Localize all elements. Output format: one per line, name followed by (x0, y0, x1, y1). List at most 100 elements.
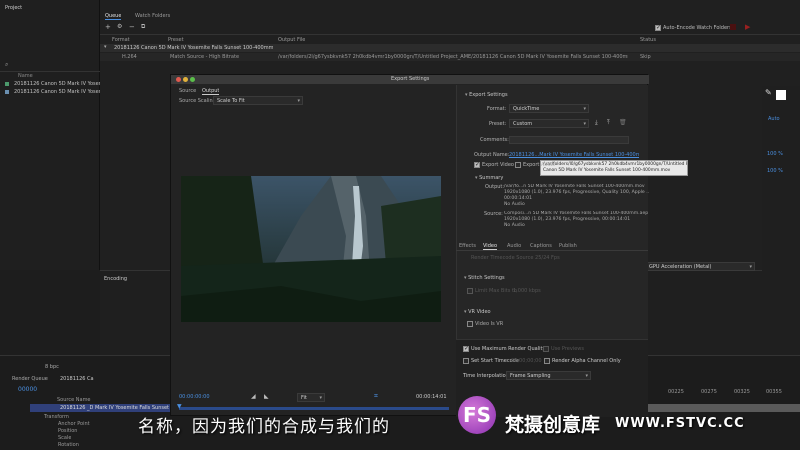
start-timecode-value[interactable]: 00;00;00;00 (511, 358, 542, 364)
summary-output-label: Output: (485, 184, 505, 190)
alpha-only-checkbox[interactable] (544, 358, 550, 364)
project-item[interactable]: 20181126 Canon 5D Mark IV Yosemite (14, 81, 100, 87)
minimize-icon[interactable] (183, 77, 188, 82)
anchor-point-prop[interactable]: Anchor Point (58, 421, 90, 427)
delete-preset-icon[interactable]: 🗑 (619, 119, 627, 126)
percent-value[interactable]: 100 % (767, 168, 783, 174)
preset-header[interactable]: Preset (168, 37, 184, 43)
preset-label: Preset: (489, 121, 507, 127)
queue-item-status: Skip (640, 54, 651, 60)
auto-encode-checkbox[interactable] (655, 24, 661, 31)
use-previews-checkbox[interactable] (543, 346, 549, 352)
in-point-icon[interactable]: ◢ (251, 393, 256, 400)
timecode[interactable]: 00000 (18, 386, 37, 393)
project-item[interactable]: 20181126 Canon 5D Mark IV Yosemite (14, 89, 100, 95)
scale-prop[interactable]: Scale (58, 435, 71, 441)
name-column-header[interactable]: Name (18, 73, 33, 79)
status-header[interactable]: Status (640, 37, 656, 43)
dialog-titlebar: Export Settings (171, 75, 649, 84)
auto-label[interactable]: Auto (768, 116, 780, 122)
transform-prop[interactable]: Transform (44, 414, 69, 420)
export-settings-dialog: Export Settings Source Output Source Sca… (170, 74, 688, 417)
timecode-start[interactable]: 00:00:00:00 (179, 394, 210, 400)
tab-queue[interactable]: Queue (105, 13, 122, 20)
tab-audio[interactable]: Audio (507, 243, 521, 249)
watermark-name: 梵摄创意库 (505, 414, 601, 436)
import-preset-icon[interactable]: ⤒ (607, 119, 610, 127)
timeline-track[interactable] (648, 404, 800, 412)
summary-header[interactable]: Summary (475, 175, 503, 181)
ruler-label: 00275 (701, 389, 717, 395)
vr-video-header[interactable]: VR Video (464, 309, 491, 315)
tab-publish[interactable]: Publish (559, 243, 577, 249)
tab-comp[interactable]: 20181126 Ca (60, 376, 94, 382)
swatch-icon[interactable] (776, 90, 786, 100)
ruler-label: 00355 (766, 389, 782, 395)
fit-select[interactable]: Fit (297, 393, 325, 402)
stitch-settings-header[interactable]: Stitch Settings (464, 275, 505, 281)
format-header[interactable]: Format (112, 37, 130, 43)
queue-item-format[interactable]: H.264 (122, 54, 137, 60)
search-icon[interactable]: ⌕ (5, 61, 8, 69)
queue-group-row[interactable]: ▾ 20181126 Canon 5D Mark IV Yosemite Fal… (100, 44, 800, 52)
summary-source-text: Composi...n 5D Mark IV Yosemite Falls Su… (504, 211, 649, 229)
project-title[interactable]: Project (5, 5, 22, 11)
percent-value[interactable]: 100 % (767, 151, 783, 157)
queue-item-preset[interactable]: Match Source - High Bitrate (170, 54, 239, 60)
project-panel: Project ⌕ Name 20181126 Canon 5D Mark IV… (0, 0, 100, 270)
render-timecode-option[interactable]: Render Timecode Source 25/24 Fps (471, 255, 560, 261)
tab-output[interactable]: Output (202, 88, 220, 95)
play-icon[interactable]: ▶ (745, 23, 750, 31)
layer-name[interactable]: 20181126 _D Mark IV Yosemite Falls Sunse… (60, 405, 170, 411)
limit-bits-checkbox[interactable] (467, 288, 473, 294)
ruler-label: 00325 (734, 389, 750, 395)
output-name-link[interactable]: 20181126...Mark IV Yosemite Falls Sunset… (509, 152, 639, 158)
maximize-icon[interactable] (190, 77, 195, 82)
gpu-select[interactable]: GPU Acceleration (Metal) (645, 262, 755, 271)
playhead-icon[interactable]: ▼ (177, 403, 182, 410)
remove-icon[interactable]: − (129, 23, 135, 31)
max-render-quality-checkbox[interactable] (463, 345, 469, 352)
eyedropper-icon[interactable]: ✎ (765, 88, 772, 97)
video-is-vr-checkbox[interactable] (467, 321, 473, 327)
start-timecode-checkbox[interactable] (463, 358, 469, 364)
crop-icon[interactable]: ⌗ (374, 392, 378, 401)
tab-video[interactable]: Video (483, 243, 498, 250)
dialog-title: Export Settings (391, 76, 430, 82)
save-preset-icon[interactable]: ⤓ (595, 119, 598, 127)
output-header[interactable]: Output File (278, 37, 305, 43)
stop-icon[interactable] (730, 24, 736, 30)
right-panel: ✎ Auto 100 % 100 % (762, 86, 800, 356)
source-scaling-select[interactable]: Scale To Fit (213, 96, 303, 105)
queue-item-output[interactable]: /var/folders/2l/g67ysbkvnk57 2h0kdb4vmr1… (278, 54, 628, 60)
export-audio-checkbox[interactable] (515, 162, 521, 168)
tab-render-queue[interactable]: Render Queue (12, 376, 48, 382)
layer-row[interactable]: 20181126 _D Mark IV Yosemite Falls Sunse… (30, 404, 170, 412)
comments-field[interactable] (509, 136, 629, 144)
chevron-down-icon[interactable]: ▾ (104, 44, 107, 50)
time-interpolation-select[interactable]: Frame Sampling (506, 371, 591, 380)
tab-effects[interactable]: Effects (459, 243, 476, 249)
scrub-bar[interactable] (179, 407, 449, 410)
out-point-icon[interactable]: ◣ (264, 393, 269, 400)
limit-bits-value[interactable]: 1,000 kbps (513, 288, 541, 294)
settings-icon[interactable]: ⚙ (117, 23, 122, 30)
video-preview (181, 176, 441, 322)
preset-select[interactable]: Custom (509, 119, 589, 128)
export-video-checkbox[interactable] (474, 161, 480, 168)
tab-watch-folders[interactable]: Watch Folders (135, 13, 170, 19)
watermark-url: WWW.FSTVC.CC (615, 416, 745, 431)
tab-captions[interactable]: Captions (530, 243, 552, 249)
summary-line: 1920x1080 (1.0), 23.976 fps, Progressive… (504, 217, 631, 222)
position-prop[interactable]: Position (58, 428, 77, 434)
tab-source[interactable]: Source (179, 88, 196, 94)
rotation-prop[interactable]: Rotation (58, 442, 79, 448)
close-icon[interactable] (176, 77, 181, 82)
add-icon[interactable]: + (105, 23, 111, 31)
duplicate-icon[interactable]: ⧉ (141, 23, 145, 31)
summary-source-label: Source: (484, 211, 503, 217)
bpc-label[interactable]: 8 bpc (45, 364, 59, 370)
format-select[interactable]: QuickTime (509, 104, 589, 113)
queue-item-row[interactable]: H.264 Match Source - High Bitrate /var/f… (100, 53, 800, 61)
export-settings-header[interactable]: Export Settings (465, 92, 507, 98)
